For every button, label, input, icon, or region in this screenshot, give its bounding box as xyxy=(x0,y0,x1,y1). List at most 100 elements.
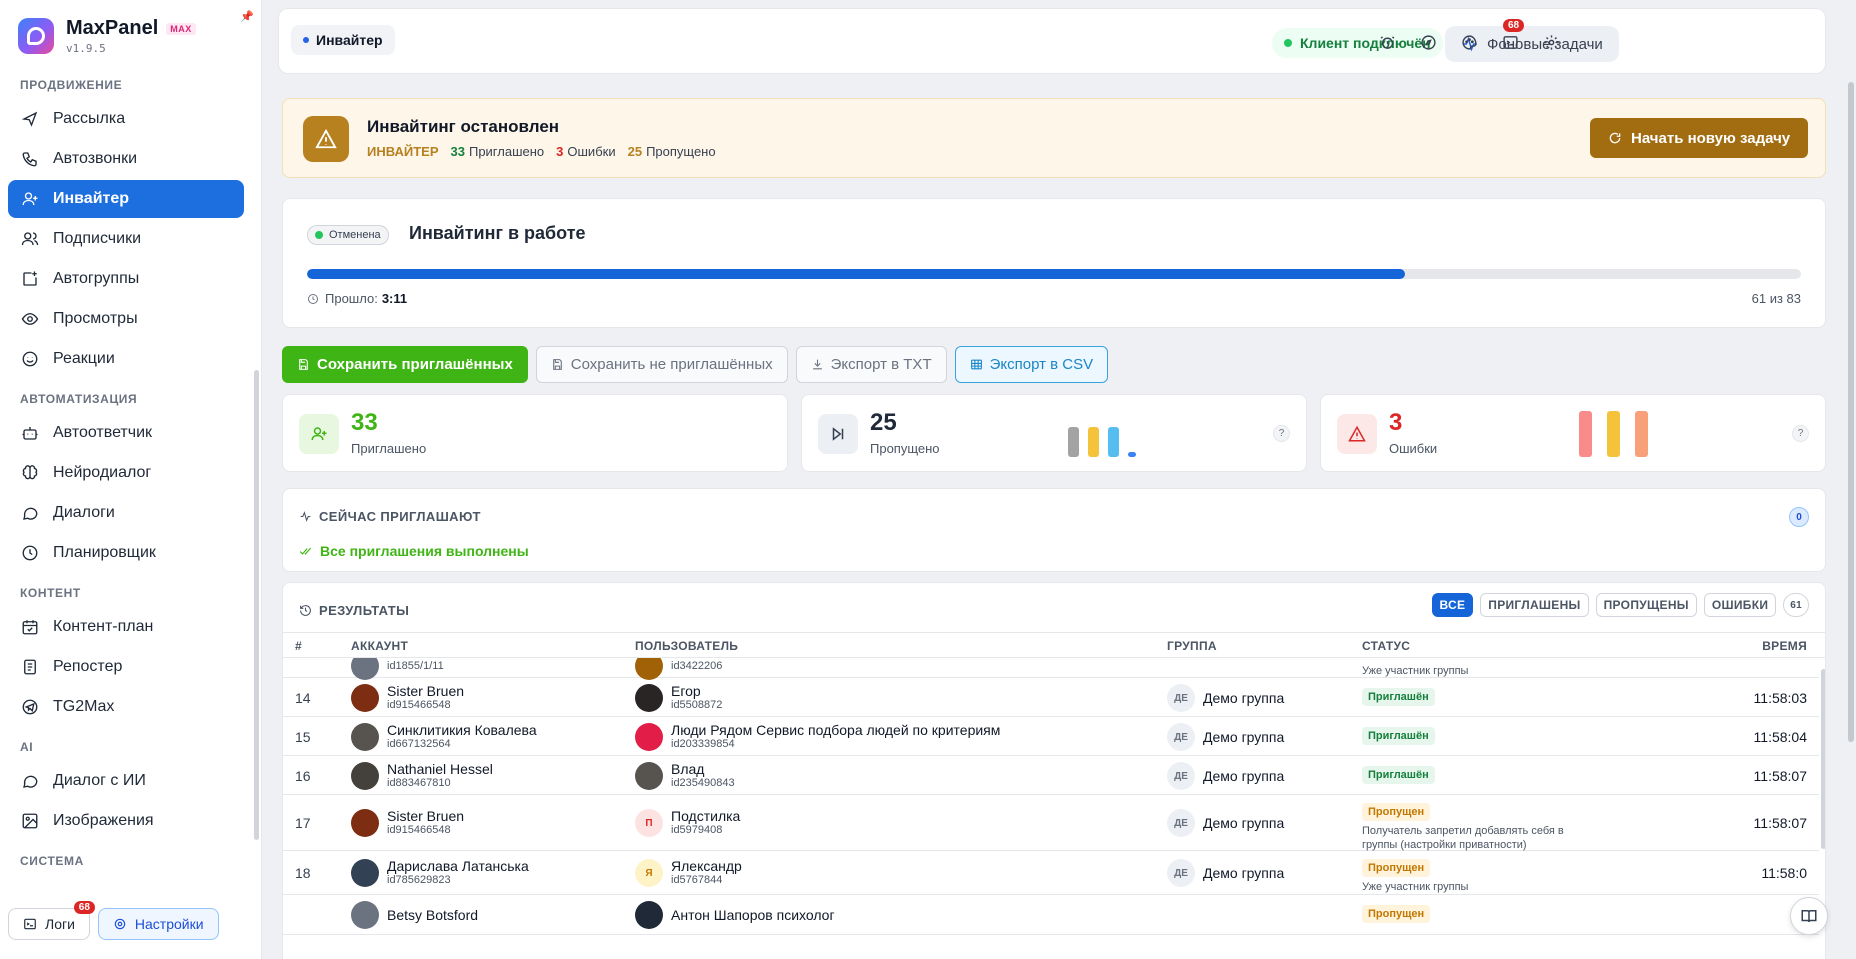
account-name: Nathaniel Hessel xyxy=(387,761,493,777)
sidebar-item-2-0[interactable]: Контент-план xyxy=(8,608,244,646)
sidebar-item-0-4[interactable]: Автогруппы xyxy=(8,260,244,298)
table-row[interactable]: Betsy Botsford Антон Шапоров психолог Проп… xyxy=(283,895,1819,935)
sidebar-item-0-2[interactable]: Инвайтер xyxy=(8,180,244,218)
palette-icon[interactable] xyxy=(1459,32,1479,52)
filter-all[interactable]: ВСЕ xyxy=(1431,593,1474,617)
col-group[interactable]: ГРУППА xyxy=(1167,639,1217,653)
stat-invited-label: Приглашено xyxy=(351,441,427,456)
stopped-alert: Инвайтинг остановлен ИНВАЙТЕР 33 Приглаш… xyxy=(282,98,1826,178)
export-csv-button[interactable]: Экспорт в CSV xyxy=(954,346,1109,383)
calendar-icon xyxy=(20,617,40,637)
pin-icon[interactable]: 📌 xyxy=(240,10,254,23)
save-not-invited-button[interactable]: Сохранить не приглашённых xyxy=(535,346,788,383)
compass-icon[interactable] xyxy=(1418,32,1438,52)
bot-icon xyxy=(20,423,40,443)
col-account[interactable]: АККАУНТ xyxy=(351,639,408,653)
account-name: Дарислава Латанська xyxy=(387,858,529,874)
user-id: id3422206 xyxy=(671,659,723,672)
image-icon xyxy=(20,811,40,831)
breadcrumb[interactable]: Инвайтер xyxy=(291,25,395,55)
status-badge: Пропущен xyxy=(1362,803,1431,821)
row-time: 11:58:0 xyxy=(1761,865,1807,881)
table-header: # АККАУНТ ПОЛЬЗОВАТЕЛЬ ГРУППА СТАТУС ВРЕ… xyxy=(283,632,1825,658)
group-name: Демо группа xyxy=(1203,729,1285,745)
sidebar-item-1-0[interactable]: Автоответчик xyxy=(8,414,244,452)
avatar xyxy=(351,859,379,887)
action-toolbar: Сохранить приглашённых Сохранить не приг… xyxy=(282,346,1109,383)
terminal-icon xyxy=(24,918,36,930)
chat-icon xyxy=(20,771,40,791)
table-row[interactable]: 18 Дарислава Латанська id785629823 Я Ялексан… xyxy=(283,851,1819,895)
sidebar-item-0-3[interactable]: Подписчики xyxy=(8,220,244,258)
page-scrollbar[interactable] xyxy=(1848,82,1854,742)
state-badge: Отменена xyxy=(307,225,389,245)
sidebar-item-0-0[interactable]: Рассылка xyxy=(8,100,244,138)
logs-badge: 68 xyxy=(73,901,95,914)
settings-label: Настройки xyxy=(134,916,204,932)
mini-bar xyxy=(1068,426,1079,457)
sidebar-item-label: Планировщик xyxy=(53,544,156,561)
stat-errors-value: 3 xyxy=(1389,409,1403,436)
docs-button[interactable] xyxy=(1790,897,1828,935)
save-invited-button[interactable]: Сохранить приглашённых xyxy=(282,346,528,383)
table-row[interactable]: id1855/1/11 id3422206 Уже участник групп… xyxy=(283,658,1819,680)
table-row[interactable]: 16 Nathaniel Hessel id883467810 Влад id23549… xyxy=(283,756,1819,795)
sidebar-item-2-1[interactable]: Репостер xyxy=(8,648,244,686)
settings-icon[interactable] xyxy=(1541,32,1561,52)
sidebar-item-2-2[interactable]: TG2Max xyxy=(8,688,244,726)
status-note: Уже участник группы xyxy=(1362,881,1469,893)
sidebar-item-0-5[interactable]: Просмотры xyxy=(8,300,244,338)
sidebar-item-0-1[interactable]: Автозвонки xyxy=(8,140,244,178)
account-name: Betsy Botsford xyxy=(387,906,479,923)
eye-icon xyxy=(20,309,40,329)
col-num[interactable]: # xyxy=(295,639,302,653)
square-plus-icon xyxy=(20,269,40,289)
logs-label: Логи xyxy=(45,916,75,932)
sidebar-item-1-1[interactable]: Нейродиалог xyxy=(8,454,244,492)
elapsed-value: 3:11 xyxy=(381,291,408,306)
group-name: Демо группа xyxy=(1203,815,1285,831)
alarm-icon[interactable] xyxy=(1377,32,1397,52)
sidebar-item-label: Диалоги xyxy=(53,504,115,521)
logs-button[interactable]: Логи 68 xyxy=(8,901,95,940)
sidebar-item-1-2[interactable]: Диалоги xyxy=(8,494,244,532)
results-total-badge: 61 xyxy=(1783,593,1809,617)
help-icon[interactable]: ? xyxy=(1792,425,1809,442)
table-row[interactable]: 17 Sister Bruen id915466548 П Подстилка id597… xyxy=(283,795,1819,851)
col-time[interactable]: ВРЕМЯ xyxy=(1762,639,1807,653)
filter-invited[interactable]: ПРИГЛАШЕНЫ xyxy=(1480,593,1589,617)
brand[interactable]: MaxPanel MAX v1.9.5 xyxy=(18,17,196,55)
avatar-initial: Я xyxy=(645,867,653,879)
avatar xyxy=(635,658,663,680)
table-scrollbar[interactable] xyxy=(1821,669,1825,849)
export-txt-button[interactable]: Экспорт в TXT xyxy=(795,346,947,383)
sidebar-scrollbar[interactable] xyxy=(254,370,259,840)
table-row[interactable]: 14 Sister Bruen id915466548 Егор id5508872 ДЕ… xyxy=(283,678,1819,717)
sidebar-item-0-6[interactable]: Реакции xyxy=(8,340,244,378)
row-number: 14 xyxy=(295,690,311,706)
col-user[interactable]: ПОЛЬЗОВАТЕЛЬ xyxy=(635,639,738,653)
account-id: id785629823 xyxy=(387,874,451,886)
table-row[interactable]: 15 Синклитикия Ковалева id667132564 Люди Ря… xyxy=(283,717,1819,756)
filter-skipped[interactable]: ПРОПУЩЕНЫ xyxy=(1595,593,1697,617)
help-icon[interactable]: ? xyxy=(1273,425,1290,442)
filter-errors[interactable]: ОШИБКИ xyxy=(1703,593,1777,617)
start-new-task-button[interactable]: Начать новую задачу xyxy=(1590,118,1809,158)
group-avatar: ДЕ xyxy=(1167,684,1195,712)
stat-invited: 33 Приглашено xyxy=(282,394,788,472)
terminal-icon[interactable] xyxy=(1500,32,1520,52)
sidebar-item-1-3[interactable]: Планировщик xyxy=(8,534,244,572)
user-name: Влад xyxy=(671,761,705,777)
now-inviting-header: СЕЙЧАС ПРИГЛАШАЮТ xyxy=(299,509,481,524)
results-header: РЕЗУЛЬТАТЫ xyxy=(299,603,409,618)
sidebar-item-3-0[interactable]: Диалог с ИИ xyxy=(8,762,244,800)
col-status[interactable]: СТАТУС xyxy=(1362,639,1410,653)
avatar xyxy=(351,809,379,837)
avatar xyxy=(351,901,379,929)
account-name: Синклитикия Ковалева xyxy=(387,722,537,738)
sidebar-item-3-1[interactable]: Изображения xyxy=(8,802,244,840)
history-icon xyxy=(300,605,311,616)
chat-icon xyxy=(20,503,40,523)
settings-button[interactable]: Настройки xyxy=(97,908,219,940)
brand-badge: MAX xyxy=(166,22,196,35)
